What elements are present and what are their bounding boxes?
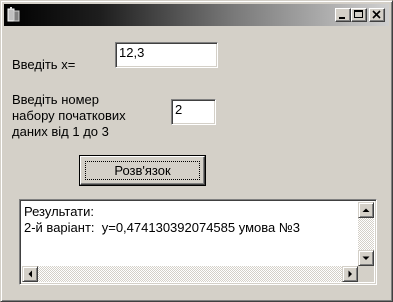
horizontal-scrollbar[interactable] — [22, 266, 358, 282]
set-number-input[interactable]: 2 — [171, 99, 216, 125]
title-bar[interactable] — [4, 4, 389, 26]
results-memo[interactable]: Результати: 2-й варіант: y=0,47413039207… — [19, 199, 377, 285]
solve-button[interactable]: Розв'язок — [79, 155, 206, 186]
minimize-icon — [339, 17, 345, 19]
results-line2: 2-й варіант: y=0,474130392074585 умова №… — [24, 220, 301, 235]
scroll-up-button[interactable] — [358, 202, 374, 218]
close-icon — [372, 10, 381, 19]
arrow-up-icon — [362, 208, 370, 212]
arrow-right-icon — [348, 270, 352, 278]
solve-button-label: Розв'язок — [85, 161, 200, 180]
set-label-line1: Введіть номер — [12, 92, 99, 107]
results-text: Результати: 2-й варіант: y=0,47413039207… — [24, 204, 300, 236]
scroll-down-button[interactable] — [358, 250, 374, 266]
maximize-button[interactable] — [351, 8, 367, 22]
set-label-line3: даних від 1 до 3 — [12, 124, 109, 139]
results-line1: Результати: — [24, 204, 94, 219]
scroll-right-button[interactable] — [342, 266, 358, 282]
minimize-button[interactable] — [335, 8, 351, 22]
app-icon[interactable] — [7, 7, 23, 23]
x-input[interactable]: 12,3 — [115, 42, 218, 68]
x-label: Введіть x= — [12, 57, 76, 72]
scroll-left-button[interactable] — [22, 266, 38, 282]
arrow-left-icon — [28, 270, 32, 278]
scroll-corner — [358, 266, 374, 282]
set-label-line2: набору початкових — [12, 108, 126, 123]
maximize-icon — [354, 10, 363, 18]
arrow-down-icon — [362, 256, 370, 260]
vertical-scrollbar[interactable] — [358, 202, 374, 266]
close-button[interactable] — [369, 8, 385, 22]
app-window: Введіть x= 12,3 Введіть номер набору поч… — [0, 0, 393, 302]
